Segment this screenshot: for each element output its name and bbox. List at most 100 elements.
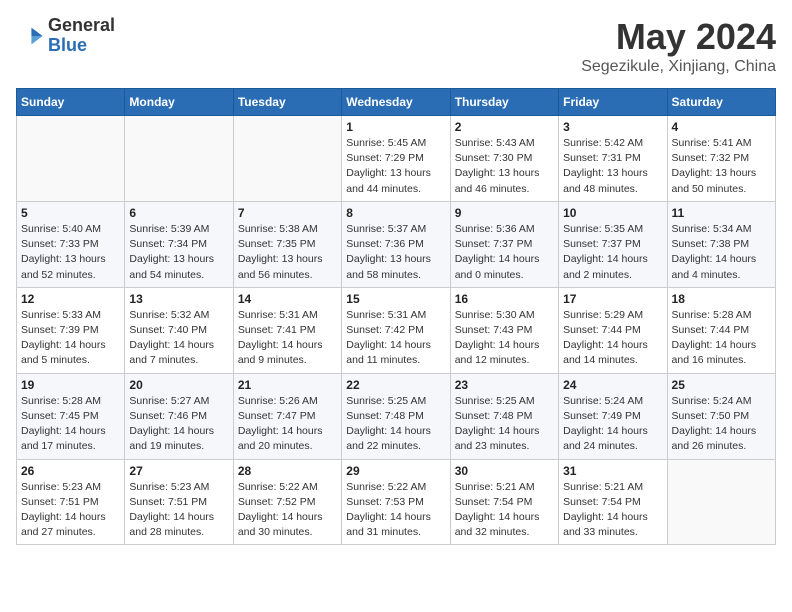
day-info: Sunrise: 5:39 AM Sunset: 7:34 PM Dayligh… (129, 222, 228, 283)
calendar-cell: 22Sunrise: 5:25 AM Sunset: 7:48 PM Dayli… (342, 373, 450, 459)
day-info: Sunrise: 5:32 AM Sunset: 7:40 PM Dayligh… (129, 308, 228, 369)
days-of-week-row: SundayMondayTuesdayWednesdayThursdayFrid… (17, 89, 776, 116)
calendar-cell: 15Sunrise: 5:31 AM Sunset: 7:42 PM Dayli… (342, 287, 450, 373)
calendar-cell: 14Sunrise: 5:31 AM Sunset: 7:41 PM Dayli… (233, 287, 341, 373)
calendar-table: SundayMondayTuesdayWednesdayThursdayFrid… (16, 88, 776, 545)
day-number: 8 (346, 206, 445, 220)
day-number: 17 (563, 292, 662, 306)
calendar-cell: 13 Sunrise: 5:32 AM Sunset: 7:40 PM Dayli… (125, 287, 233, 373)
day-info: Sunrise: 5:45 AM Sunset: 7:29 PM Dayligh… (346, 136, 445, 197)
calendar-cell: 20Sunrise: 5:27 AM Sunset: 7:46 PM Dayli… (125, 373, 233, 459)
day-info: Sunrise: 5:24 AM Sunset: 7:49 PM Dayligh… (563, 394, 662, 455)
day-number: 16 (455, 292, 554, 306)
calendar-cell: 28 Sunrise: 5:22 AM Sunset: 7:52 PM Dayli… (233, 459, 341, 545)
calendar-cell: 23 Sunrise: 5:25 AM Sunset: 7:48 PM Dayli… (450, 373, 558, 459)
location-title: Segezikule, Xinjiang, China (581, 58, 776, 76)
logo: General Blue (16, 16, 115, 56)
day-number: 12 (21, 292, 120, 306)
day-info: Sunrise: 5:23 AM Sunset: 7:51 PM Dayligh… (21, 480, 120, 541)
calendar-cell: 4Sunrise: 5:41 AM Sunset: 7:32 PM Daylig… (667, 116, 775, 202)
day-number: 2 (455, 120, 554, 134)
day-number: 24 (563, 378, 662, 392)
calendar-cell: 10 Sunrise: 5:35 AM Sunset: 7:37 PM Dayli… (559, 201, 667, 287)
day-info: Sunrise: 5:40 AM Sunset: 7:33 PM Dayligh… (21, 222, 120, 283)
day-number: 25 (672, 378, 771, 392)
logo-blue-text: Blue (48, 36, 115, 56)
calendar-cell (17, 116, 125, 202)
calendar-cell: 6 Sunrise: 5:39 AM Sunset: 7:34 PM Daylig… (125, 201, 233, 287)
calendar-cell: 30 Sunrise: 5:21 AM Sunset: 7:54 PM Dayli… (450, 459, 558, 545)
day-number: 28 (238, 464, 337, 478)
calendar-cell: 8 Sunrise: 5:37 AM Sunset: 7:36 PM Daylig… (342, 201, 450, 287)
calendar-week-row: 26 Sunrise: 5:23 AM Sunset: 7:51 PM Dayli… (17, 459, 776, 545)
logo-general-text: General (48, 16, 115, 36)
day-info: Sunrise: 5:28 AM Sunset: 7:45 PM Dayligh… (21, 394, 120, 455)
day-number: 27 (129, 464, 228, 478)
day-info: Sunrise: 5:36 AM Sunset: 7:37 PM Dayligh… (455, 222, 554, 283)
day-number: 26 (21, 464, 120, 478)
day-number: 19 (21, 378, 120, 392)
day-info: Sunrise: 5:25 AM Sunset: 7:48 PM Dayligh… (455, 394, 554, 455)
calendar-cell: 27 Sunrise: 5:23 AM Sunset: 7:51 PM Dayli… (125, 459, 233, 545)
day-number: 20 (129, 378, 228, 392)
day-number: 14 (238, 292, 337, 306)
day-number: 10 (563, 206, 662, 220)
day-of-week-header: Friday (559, 89, 667, 116)
day-number: 23 (455, 378, 554, 392)
day-info: Sunrise: 5:38 AM Sunset: 7:35 PM Dayligh… (238, 222, 337, 283)
day-info: Sunrise: 5:22 AM Sunset: 7:53 PM Dayligh… (346, 480, 445, 541)
calendar-cell: 16 Sunrise: 5:30 AM Sunset: 7:43 PM Dayli… (450, 287, 558, 373)
day-number: 21 (238, 378, 337, 392)
calendar-cell: 9Sunrise: 5:36 AM Sunset: 7:37 PM Daylig… (450, 201, 558, 287)
day-number: 18 (672, 292, 771, 306)
day-info: Sunrise: 5:21 AM Sunset: 7:54 PM Dayligh… (455, 480, 554, 541)
calendar-cell: 21 Sunrise: 5:26 AM Sunset: 7:47 PM Dayli… (233, 373, 341, 459)
day-info: Sunrise: 5:42 AM Sunset: 7:31 PM Dayligh… (563, 136, 662, 197)
calendar-cell: 7 Sunrise: 5:38 AM Sunset: 7:35 PM Daylig… (233, 201, 341, 287)
calendar-week-row: 12 Sunrise: 5:33 AM Sunset: 7:39 PM Dayli… (17, 287, 776, 373)
day-of-week-header: Thursday (450, 89, 558, 116)
calendar-header: SundayMondayTuesdayWednesdayThursdayFrid… (17, 89, 776, 116)
day-number: 13 (129, 292, 228, 306)
calendar-cell: 1 Sunrise: 5:45 AM Sunset: 7:29 PM Daylig… (342, 116, 450, 202)
month-title: May 2024 (581, 16, 776, 58)
day-number: 6 (129, 206, 228, 220)
day-info: Sunrise: 5:24 AM Sunset: 7:50 PM Dayligh… (672, 394, 771, 455)
page-header: General Blue May 2024 Segezikule, Xinjia… (16, 16, 776, 76)
day-of-week-header: Tuesday (233, 89, 341, 116)
day-of-week-header: Wednesday (342, 89, 450, 116)
day-of-week-header: Monday (125, 89, 233, 116)
calendar-cell: 2 Sunrise: 5:43 AM Sunset: 7:30 PM Daylig… (450, 116, 558, 202)
day-info: Sunrise: 5:43 AM Sunset: 7:30 PM Dayligh… (455, 136, 554, 197)
day-number: 7 (238, 206, 337, 220)
day-info: Sunrise: 5:31 AM Sunset: 7:42 PM Dayligh… (346, 308, 445, 369)
day-number: 1 (346, 120, 445, 134)
day-info: Sunrise: 5:34 AM Sunset: 7:38 PM Dayligh… (672, 222, 771, 283)
day-info: Sunrise: 5:35 AM Sunset: 7:37 PM Dayligh… (563, 222, 662, 283)
day-number: 31 (563, 464, 662, 478)
day-of-week-header: Saturday (667, 89, 775, 116)
calendar-cell: 11 Sunrise: 5:34 AM Sunset: 7:38 PM Dayli… (667, 201, 775, 287)
day-info: Sunrise: 5:33 AM Sunset: 7:39 PM Dayligh… (21, 308, 120, 369)
calendar-cell (125, 116, 233, 202)
calendar-cell: 31 Sunrise: 5:21 AM Sunset: 7:54 PM Dayli… (559, 459, 667, 545)
day-number: 11 (672, 206, 771, 220)
calendar-cell: 17Sunrise: 5:29 AM Sunset: 7:44 PM Dayli… (559, 287, 667, 373)
day-info: Sunrise: 5:30 AM Sunset: 7:43 PM Dayligh… (455, 308, 554, 369)
calendar-cell: 18Sunrise: 5:28 AM Sunset: 7:44 PM Dayli… (667, 287, 775, 373)
calendar-cell: 5 Sunrise: 5:40 AM Sunset: 7:33 PM Daylig… (17, 201, 125, 287)
day-info: Sunrise: 5:25 AM Sunset: 7:48 PM Dayligh… (346, 394, 445, 455)
day-number: 5 (21, 206, 120, 220)
day-number: 4 (672, 120, 771, 134)
day-info: Sunrise: 5:26 AM Sunset: 7:47 PM Dayligh… (238, 394, 337, 455)
calendar-week-row: 1 Sunrise: 5:45 AM Sunset: 7:29 PM Daylig… (17, 116, 776, 202)
day-info: Sunrise: 5:21 AM Sunset: 7:54 PM Dayligh… (563, 480, 662, 541)
day-info: Sunrise: 5:37 AM Sunset: 7:36 PM Dayligh… (346, 222, 445, 283)
calendar-body: 1 Sunrise: 5:45 AM Sunset: 7:29 PM Daylig… (17, 116, 776, 545)
day-info: Sunrise: 5:22 AM Sunset: 7:52 PM Dayligh… (238, 480, 337, 541)
day-number: 30 (455, 464, 554, 478)
day-of-week-header: Sunday (17, 89, 125, 116)
day-number: 3 (563, 120, 662, 134)
calendar-week-row: 19 Sunrise: 5:28 AM Sunset: 7:45 PM Dayli… (17, 373, 776, 459)
day-info: Sunrise: 5:23 AM Sunset: 7:51 PM Dayligh… (129, 480, 228, 541)
